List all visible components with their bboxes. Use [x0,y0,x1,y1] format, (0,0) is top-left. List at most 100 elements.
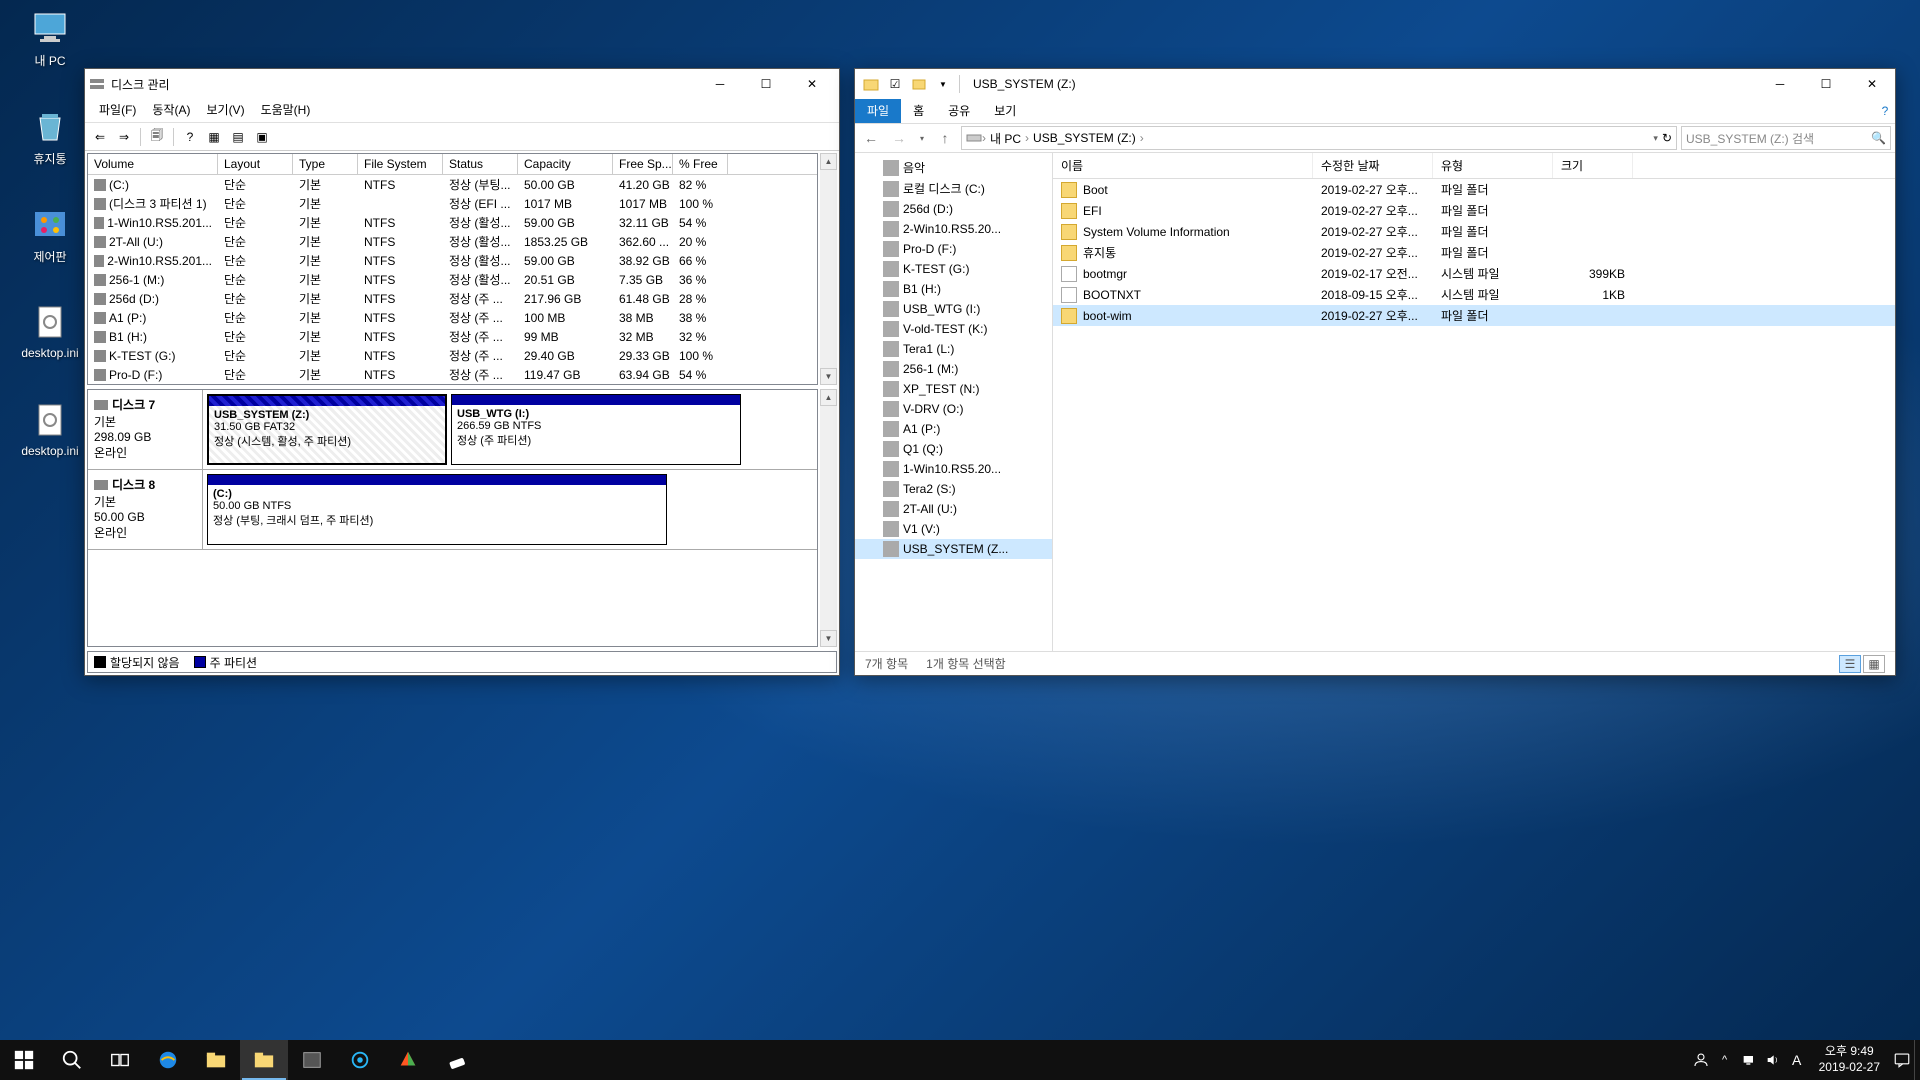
volume-row[interactable]: 2-Win10.RS5.201...단순기본NTFS정상 (활성...59.00… [88,251,817,270]
breadcrumb-item[interactable]: 내 PC [986,130,1025,147]
scroll-up-button[interactable]: ▲ [820,153,837,170]
dropdown-icon[interactable]: ▾ [1653,133,1658,144]
volume-row[interactable]: K-TEST (G:)단순기본NTFS정상 (주 ...29.40 GB29.3… [88,346,817,365]
nav-item[interactable]: USB_SYSTEM (Z... [855,539,1052,559]
forward-button[interactable]: ⇒ [113,126,135,148]
file-row[interactable]: bootmgr2019-02-17 오전...시스템 파일399KB [1053,263,1895,284]
qat-dropdown-icon[interactable]: ▼ [932,73,954,95]
menu-item[interactable]: 동작(A) [144,99,198,122]
nav-item[interactable]: Q1 (Q:) [855,439,1052,459]
nav-item[interactable]: 음악 [855,157,1052,178]
column-header[interactable]: 수정한 날짜 [1313,153,1433,178]
volume-row[interactable]: 1-Win10.RS5.201...단순기본NTFS정상 (활성...59.00… [88,213,817,232]
properties-icon[interactable]: ☑ [884,73,906,95]
menu-item[interactable]: 도움말(H) [253,99,319,122]
icons-view-button[interactable]: ▦ [1863,655,1885,673]
nav-item[interactable]: 256-1 (M:) [855,359,1052,379]
partition[interactable]: USB_WTG (I:)266.59 GB NTFS정상 (주 파티션) [451,394,741,465]
column-header[interactable]: Layout [218,154,293,174]
start-button[interactable] [0,1040,48,1080]
refresh-icon[interactable]: ↻ [1662,131,1672,145]
nav-item[interactable]: Tera2 (S:) [855,479,1052,499]
volume-row[interactable]: Q1 (Q:)단순기본NTFS정상 (활성...476.94 GB45.79 G… [88,384,817,385]
details-view-button[interactable]: ☰ [1839,655,1861,673]
desktop-icon-recycle[interactable]: 휴지통 [12,106,88,167]
scroll-down-button[interactable]: ▼ [820,368,837,385]
file-row[interactable]: Boot2019-02-27 오후...파일 폴더 [1053,179,1895,200]
column-header[interactable]: Status [443,154,518,174]
disk-info[interactable]: 디스크 8기본50.00 GB온라인 [88,470,203,549]
tab-view[interactable]: 보기 [982,99,1028,123]
address-bar[interactable]: › 내 PC › USB_SYSTEM (Z:) › ▾ ↻ [961,126,1677,150]
titlebar[interactable]: ☑ ▼ USB_SYSTEM (Z:) ─ ☐ ✕ [855,69,1895,99]
desktop-icon-pc[interactable]: 내 PC [12,8,88,69]
network-icon[interactable] [1737,1040,1761,1080]
volume-row[interactable]: 2T-All (U:)단순기본NTFS정상 (활성...1853.25 GB36… [88,232,817,251]
column-header[interactable]: 유형 [1433,153,1553,178]
nav-item[interactable]: 2-Win10.RS5.20... [855,219,1052,239]
column-header[interactable]: Type [293,154,358,174]
column-header[interactable]: Free Sp... [613,154,673,174]
desktop-icon-ini[interactable]: desktop.ini [12,400,88,458]
ime-indicator[interactable]: A [1785,1040,1809,1080]
minimize-button[interactable]: ─ [1757,70,1803,98]
forward-button[interactable]: → [887,126,911,150]
taskbar-app-4[interactable] [432,1040,480,1080]
nav-item[interactable]: 1-Win10.RS5.20... [855,459,1052,479]
taskbar-app-2[interactable] [336,1040,384,1080]
desktop-icon-ini[interactable]: desktop.ini [12,302,88,360]
search-input[interactable]: USB_SYSTEM (Z:) 검색 🔍 [1681,126,1891,150]
close-button[interactable]: ✕ [1849,70,1895,98]
volume-list[interactable]: VolumeLayoutTypeFile SystemStatusCapacit… [87,153,818,385]
nav-item[interactable]: V-DRV (O:) [855,399,1052,419]
partition[interactable]: USB_SYSTEM (Z:)31.50 GB FAT32정상 (시스템, 활성… [207,394,447,465]
help-icon[interactable]: ? [1875,99,1895,123]
column-header[interactable]: File System [358,154,443,174]
maximize-button[interactable]: ☐ [1803,70,1849,98]
refresh-button[interactable]: 🗐 [146,126,168,148]
column-header[interactable]: 크기 [1553,153,1633,178]
column-header[interactable]: % Free [673,154,728,174]
scrollbar[interactable]: ▲ ▼ [820,153,837,385]
scrollbar[interactable]: ▲ ▼ [820,389,837,647]
file-list[interactable]: 이름수정한 날짜유형크기Boot2019-02-27 오후...파일 폴더EFI… [1053,153,1895,651]
nav-item[interactable]: 로컬 디스크 (C:) [855,178,1052,199]
volume-row[interactable]: B1 (H:)단순기본NTFS정상 (주 ...99 MB32 MB32 % [88,327,817,346]
volume-row[interactable]: (C:)단순기본NTFS정상 (부팅...50.00 GB41.20 GB82 … [88,175,817,194]
file-row[interactable]: boot-wim2019-02-27 오후...파일 폴더 [1053,305,1895,326]
volume-row[interactable]: Pro-D (F:)단순기본NTFS정상 (주 ...119.47 GB63.9… [88,365,817,384]
nav-item[interactable]: A1 (P:) [855,419,1052,439]
back-button[interactable]: ⇐ [89,126,111,148]
volume-row[interactable]: A1 (P:)단순기본NTFS정상 (주 ...100 MB38 MB38 % [88,308,817,327]
menu-item[interactable]: 파일(F) [91,99,144,122]
taskbar-app-3[interactable] [384,1040,432,1080]
tab-home[interactable]: 홈 [901,99,936,123]
up-button[interactable]: ↑ [933,126,957,150]
file-row[interactable]: BOOTNXT2018-09-15 오후...시스템 파일1KB [1053,284,1895,305]
close-button[interactable]: ✕ [789,70,835,98]
disk-graphical-view[interactable]: 디스크 7기본298.09 GB온라인USB_SYSTEM (Z:)31.50 … [87,389,818,647]
settings-button[interactable]: ▣ [251,126,273,148]
file-row[interactable]: EFI2019-02-27 오후...파일 폴더 [1053,200,1895,221]
recent-dropdown-icon[interactable]: ▾ [915,126,929,150]
taskbar-app-1[interactable] [288,1040,336,1080]
minimize-button[interactable]: ─ [697,70,743,98]
nav-item[interactable]: B1 (H:) [855,279,1052,299]
clock[interactable]: 오후 9:49 2019-02-27 [1809,1044,1890,1075]
people-icon[interactable] [1689,1040,1713,1080]
nav-item[interactable]: V-old-TEST (K:) [855,319,1052,339]
disk-info[interactable]: 디스크 7기본298.09 GB온라인 [88,390,203,469]
volume-icon[interactable] [1761,1040,1785,1080]
nav-item[interactable]: XP_TEST (N:) [855,379,1052,399]
search-icon[interactable]: 🔍 [1871,131,1886,145]
nav-item[interactable]: K-TEST (G:) [855,259,1052,279]
scroll-up-button[interactable]: ▲ [820,389,837,406]
breadcrumb-item[interactable]: USB_SYSTEM (Z:) [1029,131,1140,145]
tray-overflow-icon[interactable]: ^ [1713,1040,1737,1080]
nav-item[interactable]: Tera1 (L:) [855,339,1052,359]
action-center-icon[interactable] [1890,1040,1914,1080]
nav-item[interactable]: V1 (V:) [855,519,1052,539]
nav-item[interactable]: Pro-D (F:) [855,239,1052,259]
view-button[interactable]: ▦ [203,126,225,148]
column-header[interactable]: Capacity [518,154,613,174]
